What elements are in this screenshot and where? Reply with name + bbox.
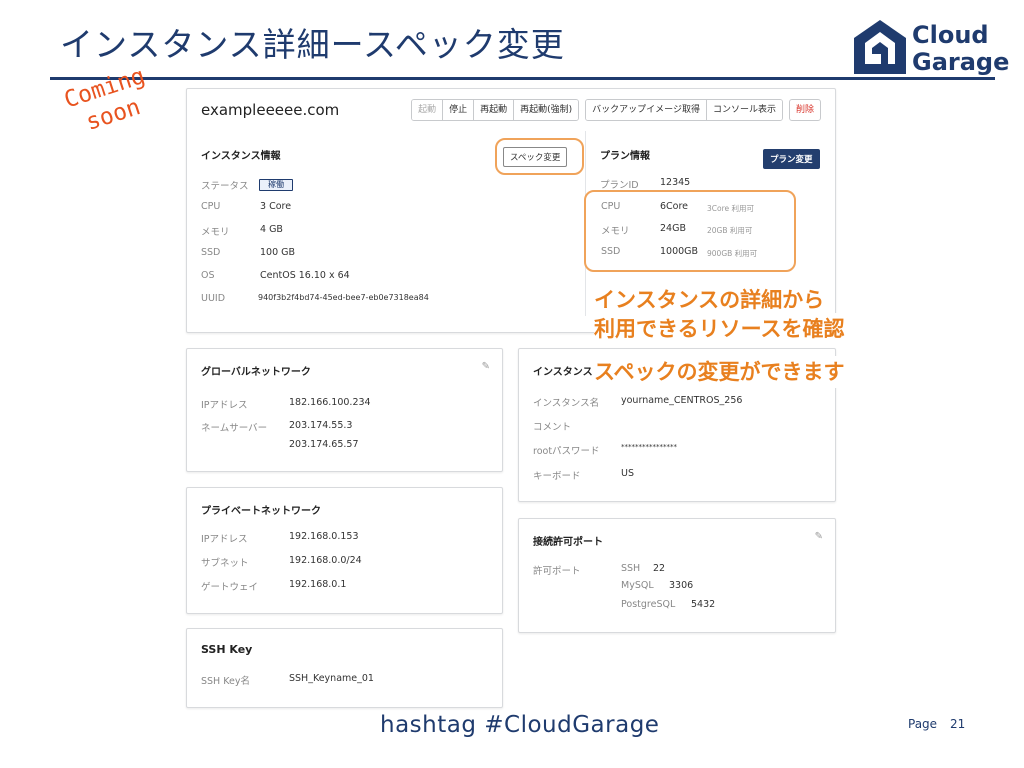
instance-name-value: yourname_CENTROS_256 xyxy=(621,395,743,406)
global-ip-value: 182.166.100.234 xyxy=(289,397,371,408)
instance-hostname: exampleeeee.com xyxy=(201,101,340,119)
private-network-card: プライベートネットワーク IPアドレス 192.168.0.153 サブネット … xyxy=(186,487,503,614)
cpu-label: CPU xyxy=(201,201,221,212)
plan-id-label: プランID xyxy=(600,180,639,191)
port-name-postgresql: PostgreSQL xyxy=(621,599,676,610)
private-ip-label: IPアドレス xyxy=(201,534,248,545)
os-label: OS xyxy=(201,270,215,281)
plan-info-title: プラン情報 xyxy=(600,151,650,162)
tools-button-group: バックアップイメージ取得 コンソール表示 xyxy=(585,99,783,121)
power-button-group: 起動 停止 再起動 再起動(強制) xyxy=(411,99,580,121)
stop-button[interactable]: 停止 xyxy=(443,100,475,120)
coming-soon-stamp: Coming soon xyxy=(48,58,170,145)
os-value: CentOS 16.10 x 64 xyxy=(260,270,350,281)
private-ip-value: 192.168.0.153 xyxy=(289,531,359,542)
force-restart-button[interactable]: 再起動(強制) xyxy=(514,100,579,120)
footer-hashtag: hashtag #CloudGarage xyxy=(380,712,660,738)
global-ip-label: IPアドレス xyxy=(201,400,248,411)
annotation-line-2: 利用できるリソースを確認 xyxy=(594,313,845,345)
cpu-value: 3 Core xyxy=(260,201,292,212)
start-button[interactable]: 起動 xyxy=(412,100,444,120)
ssh-key-card: SSH Key SSH Key名 SSH_Keyname_01 xyxy=(186,628,503,708)
root-password-value: **************** xyxy=(621,443,677,451)
spec-change-highlight xyxy=(495,138,584,175)
annotation-line-3: スペックの変更ができます xyxy=(594,356,845,388)
port-mysql: 3306 xyxy=(669,580,694,591)
instance-info-title: インスタンス情報 xyxy=(201,151,281,162)
ssh-key-name-label: SSH Key名 xyxy=(201,676,250,687)
keyboard-label: キーボード xyxy=(533,471,581,482)
logo-text-garage: Garage xyxy=(912,48,1010,76)
plan-resources-highlight xyxy=(584,190,796,272)
nameserver-label: ネームサーバー xyxy=(201,423,268,434)
house-icon xyxy=(854,20,906,74)
status-badge: 稼働 xyxy=(259,179,293,191)
private-network-title: プライベートネットワーク xyxy=(201,506,321,517)
edit-pencil-icon[interactable]: ✎ xyxy=(482,361,490,372)
restart-button[interactable]: 再起動 xyxy=(474,100,515,120)
global-network-card: グローバルネットワーク ✎ IPアドレス 182.166.100.234 ネーム… xyxy=(186,348,503,472)
port-postgresql: 5432 xyxy=(691,599,716,610)
port-name-mysql: MySQL xyxy=(621,580,654,591)
edit-pencil-icon[interactable]: ✎ xyxy=(815,531,823,542)
allowed-ports-label: 許可ポート xyxy=(533,566,581,577)
root-password-label: rootパスワード xyxy=(533,446,600,457)
keyboard-value: US xyxy=(621,468,634,479)
delete-button[interactable]: 削除 xyxy=(788,99,821,121)
logo-text-cloud: Cloud xyxy=(912,21,989,49)
subnet-label: サブネット xyxy=(201,558,249,569)
instance-settings-title: インスタンス xyxy=(533,367,593,378)
plan-change-button[interactable]: プラン変更 xyxy=(763,149,820,169)
memory-label: メモリ xyxy=(201,227,230,238)
nameserver-1: 203.174.55.3 xyxy=(289,420,353,431)
annotation-line-1: インスタンスの詳細から xyxy=(594,284,825,316)
console-button[interactable]: コンソール表示 xyxy=(706,100,782,120)
port-ssh: 22 xyxy=(653,563,666,574)
subnet-value: 192.168.0.0/24 xyxy=(289,555,362,566)
gateway-label: ゲートウェイ xyxy=(201,582,259,593)
instance-actions: 起動 停止 再起動 再起動(強制) バックアップイメージ取得 コンソール表示 削… xyxy=(411,99,821,121)
memory-value: 4 GB xyxy=(260,224,283,235)
ssd-value: 100 GB xyxy=(260,247,296,258)
slide-title: インスタンス詳細ースペック変更 xyxy=(60,25,565,64)
plan-id-value: 12345 xyxy=(660,177,691,188)
allowed-ports-title: 接続許可ポート xyxy=(533,537,603,548)
uuid-value: 940f3b2f4bd74-45ed-bee7-eb0e7318ea84 xyxy=(258,293,429,302)
ssh-key-name-value: SSH_Keyname_01 xyxy=(289,673,374,684)
global-network-title: グローバルネットワーク xyxy=(201,367,311,378)
status-label: ステータス xyxy=(201,181,249,192)
uuid-label: UUID xyxy=(201,293,226,304)
allowed-ports-card: 接続許可ポート ✎ 許可ポート SSH 22 MySQL 3306 Postgr… xyxy=(518,518,836,633)
page-label: Page xyxy=(908,717,938,731)
port-name-ssh: SSH xyxy=(621,563,641,574)
nameserver-2: 203.174.65.57 xyxy=(289,439,359,450)
ssd-label: SSD xyxy=(201,247,221,258)
page-number: 21 xyxy=(950,717,966,731)
gateway-value: 192.168.0.1 xyxy=(289,579,347,590)
ssh-key-title: SSH Key xyxy=(201,643,253,656)
instance-name-label: インスタンス名 xyxy=(533,398,600,409)
cloudgarage-logo: Cloud Garage xyxy=(852,18,1014,78)
backup-image-button[interactable]: バックアップイメージ取得 xyxy=(586,100,707,120)
comment-label: コメント xyxy=(533,422,572,433)
